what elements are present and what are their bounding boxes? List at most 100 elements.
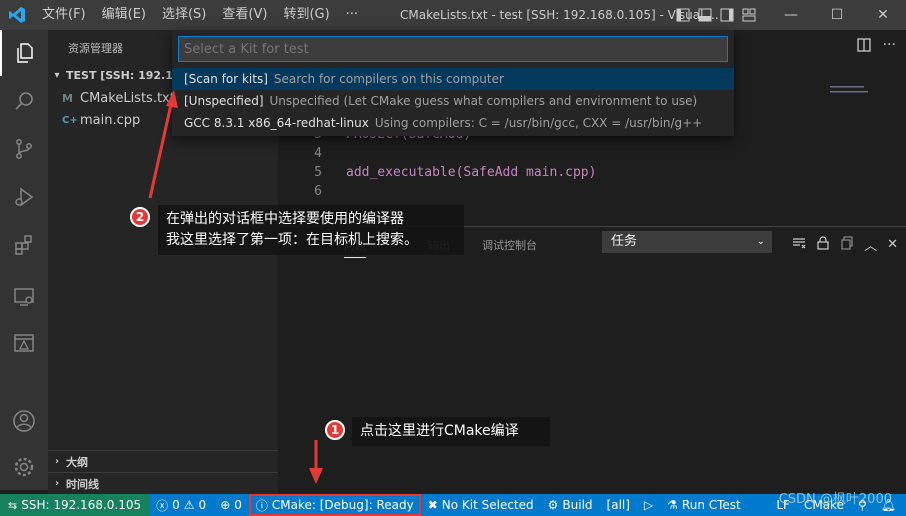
menu-edit[interactable]: 编辑(E) xyxy=(94,0,154,30)
maximize-panel-icon[interactable]: ︿ xyxy=(864,235,877,254)
maximize-button[interactable]: ☐ xyxy=(814,0,860,30)
chevron-right-icon: › xyxy=(54,456,60,467)
chevron-down-icon: ▾ xyxy=(54,69,60,81)
split-editor-icon[interactable] xyxy=(856,38,871,56)
run-ctest-button[interactable]: ⚗ Run CTest xyxy=(660,494,748,516)
step-2-badge: 2 xyxy=(130,207,150,227)
line-number: 6 xyxy=(314,184,322,199)
watermark: CSDN @枫叶2000 xyxy=(778,492,892,507)
quick-pick-item[interactable]: [Scan for kits] Search for compilers on … xyxy=(172,68,734,90)
antenna-icon: ⊕ xyxy=(220,498,231,512)
tab-debug-console[interactable]: 调试控制台 xyxy=(482,237,537,253)
source-control-icon[interactable] xyxy=(0,126,48,172)
remote-explorer-icon[interactable] xyxy=(0,274,48,320)
menu-go[interactable]: 转到(G) xyxy=(275,0,337,30)
warning-icon: ⚠ xyxy=(183,498,195,512)
chevron-right-icon: › xyxy=(54,478,60,489)
sidebar-title: 资源管理器 xyxy=(68,42,123,55)
status-bar: ⇆ SSH: 192.168.0.105 ⓧ 0 ⚠ 0 ⊕ 0 ⓘ CMake… xyxy=(0,494,906,516)
task-select-value: 任务 xyxy=(611,234,638,249)
remote-label: SSH: 192.168.0.105 xyxy=(21,498,142,512)
step-2-text-line-1: 在弹出的对话框中选择要使用的编译器 xyxy=(166,211,404,227)
more-actions-icon[interactable]: ··· xyxy=(883,38,896,56)
close-panel-icon[interactable]: ✕ xyxy=(887,237,898,252)
customize-layout-icon[interactable] xyxy=(738,0,760,30)
file-item-main-cpp[interactable]: C+ main.cpp xyxy=(62,109,140,131)
copy-icon[interactable] xyxy=(840,235,854,254)
cpp-file-icon: C+ xyxy=(62,114,78,126)
target-select-button[interactable]: [all] xyxy=(600,494,637,516)
step-2-callout: 在弹出的对话框中选择要使用的编译器 我这里选择了第一项：在目标机上搜索。 xyxy=(158,205,464,255)
panel-actions: ︿ ✕ xyxy=(792,235,898,254)
account-icon[interactable] xyxy=(0,398,48,444)
warning-count: 0 xyxy=(198,498,207,512)
timeline-section[interactable]: › 时间线 xyxy=(48,472,278,494)
step-1-badge: 1 xyxy=(325,420,345,440)
play-icon: ▷ xyxy=(643,498,654,512)
remote-icon: ⇆ xyxy=(8,498,18,512)
window-title: CMakeLists.txt - test [SSH: 192.168.0.10… xyxy=(400,8,719,22)
gear-icon: ⚙ xyxy=(547,498,559,512)
window-controls: — ☐ ✕ xyxy=(672,0,906,30)
minimap[interactable] xyxy=(830,84,892,96)
step-1-text: 点击这里进行CMake编译 xyxy=(360,423,519,439)
run-button[interactable]: ▷ xyxy=(637,494,660,516)
kit-select-button[interactable]: ✖ No Kit Selected xyxy=(421,494,541,516)
menu-bar: 文件(F) 编辑(E) 选择(S) 查看(V) 转到(G) ··· xyxy=(34,0,366,30)
kit-quick-pick: [Scan for kits] Search for compilers on … xyxy=(172,30,734,136)
step-1-callout: 点击这里进行CMake编译 xyxy=(352,417,550,446)
search-icon[interactable] xyxy=(0,78,48,124)
manage-gear-icon[interactable] xyxy=(0,444,48,490)
error-count: 0 xyxy=(172,498,180,512)
clear-output-icon[interactable] xyxy=(792,236,806,254)
timeline-label: 时间线 xyxy=(66,477,99,491)
outline-section[interactable]: › 大纲 xyxy=(48,450,278,472)
remote-indicator[interactable]: ⇆ SSH: 192.168.0.105 xyxy=(0,494,150,516)
menu-selection[interactable]: 选择(S) xyxy=(154,0,214,30)
error-icon: ⓧ xyxy=(156,498,169,513)
item-label: [Unspecified] xyxy=(184,94,264,108)
build-label: Build xyxy=(562,498,593,512)
close-button[interactable]: ✕ xyxy=(860,0,906,30)
lock-icon[interactable] xyxy=(816,235,830,254)
cmake-status-label: CMake: [Debug]: Ready xyxy=(271,498,414,512)
flask-icon: ⚗ xyxy=(667,498,678,512)
toggle-sidebar-icon[interactable] xyxy=(672,0,694,30)
cmake-status-button[interactable]: ⓘ CMake: [Debug]: Ready xyxy=(248,494,421,516)
line-number: 4 xyxy=(314,146,322,161)
menu-view[interactable]: 查看(V) xyxy=(214,0,275,30)
ctest-label: Run CTest xyxy=(681,498,741,512)
item-description: Unspecified (Let CMake guess what compil… xyxy=(269,94,698,108)
item-description: Search for compilers on this computer xyxy=(273,72,504,86)
explorer-icon[interactable] xyxy=(0,30,48,76)
item-description: Using compilers: C = /usr/bin/gcc, CXX =… xyxy=(374,116,703,130)
line-number: 5 xyxy=(314,165,322,180)
tools-icon: ✖ xyxy=(427,498,438,512)
file-item-cmakelists[interactable]: M CMakeLists.txt xyxy=(62,87,175,109)
kit-search-input[interactable] xyxy=(178,36,728,62)
item-label: GCC 8.3.1 x86_64-redhat-linux xyxy=(184,116,369,130)
title-bar: 文件(F) 编辑(E) 选择(S) 查看(V) 转到(G) ··· CMakeL… xyxy=(0,0,906,30)
toggle-panel-icon[interactable] xyxy=(694,0,716,30)
menu-more[interactable]: ··· xyxy=(338,0,366,30)
cmake-file-icon: M xyxy=(62,91,73,105)
kit-label: No Kit Selected xyxy=(441,498,534,512)
info-icon: ⓘ xyxy=(255,498,268,513)
ports-indicator[interactable]: ⊕ 0 xyxy=(213,494,249,516)
cmake-icon[interactable] xyxy=(0,320,48,366)
build-button[interactable]: ⚙ Build xyxy=(541,494,600,516)
bottom-panel: 问题 输出 调试控制台 任务 ⌄ ︿ ✕ xyxy=(278,226,906,490)
problems-indicator[interactable]: ⓧ 0 ⚠ 0 xyxy=(149,494,213,516)
ports-count: 0 xyxy=(234,498,242,512)
activity-bar xyxy=(0,30,48,490)
task-select[interactable]: 任务 ⌄ xyxy=(602,231,772,253)
minimize-button[interactable]: — xyxy=(768,0,814,30)
toggle-secondary-sidebar-icon[interactable] xyxy=(716,0,738,30)
run-debug-icon[interactable] xyxy=(0,174,48,220)
menu-file[interactable]: 文件(F) xyxy=(34,0,94,30)
quick-pick-item[interactable]: [Unspecified] Unspecified (Let CMake gue… xyxy=(172,90,734,112)
item-label: [Scan for kits] xyxy=(184,72,268,86)
code-line: add_executable(SafeAdd main.cpp) xyxy=(346,165,597,180)
extensions-icon[interactable] xyxy=(0,222,48,268)
quick-pick-item[interactable]: GCC 8.3.1 x86_64-redhat-linux Using comp… xyxy=(172,112,734,134)
